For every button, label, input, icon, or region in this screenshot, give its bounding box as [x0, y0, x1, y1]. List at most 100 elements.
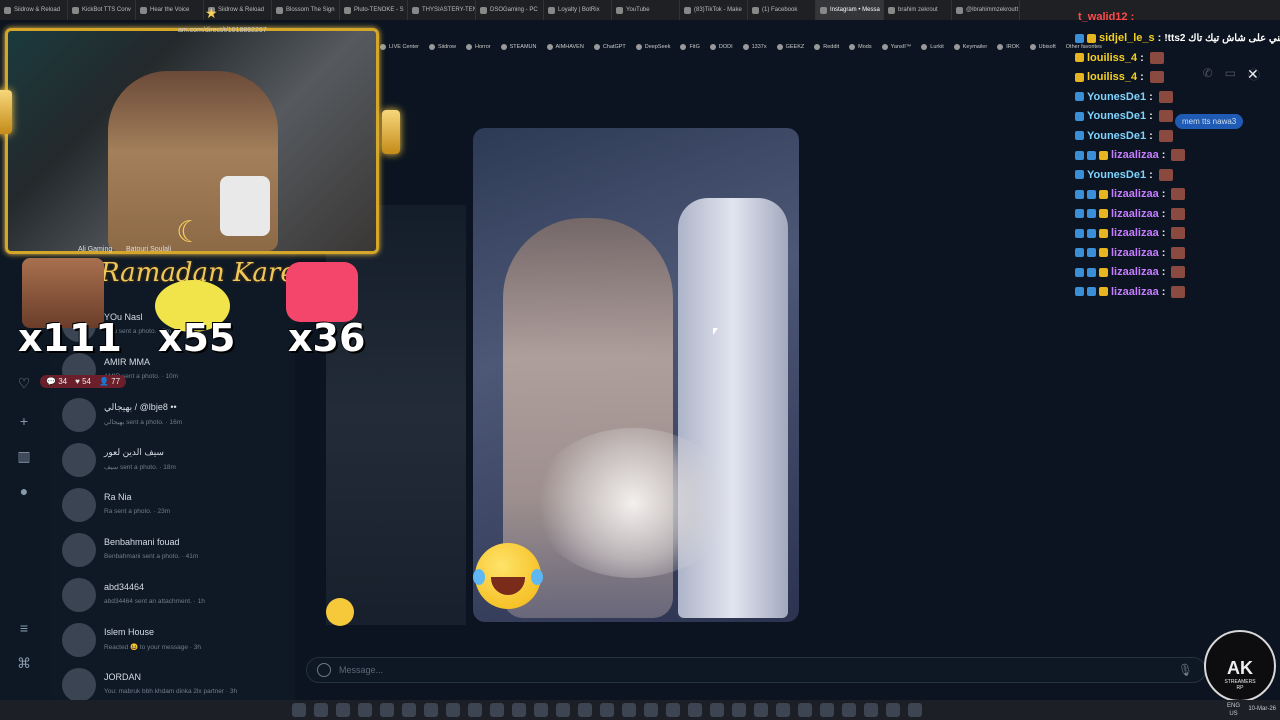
bookmark-item[interactable]: DeepSeek: [635, 44, 670, 50]
browser-tab[interactable]: Loyalty | BotRix: [544, 0, 612, 20]
tiktok-icon[interactable]: [512, 703, 526, 717]
bookmark-item[interactable]: STEAMUN: [500, 44, 537, 50]
bookmark-item[interactable]: Lurkit: [921, 44, 944, 50]
heart-icon[interactable]: ♡: [17, 376, 31, 390]
stream-chat-line: sidjel_le_s:!tts2 علاش تحكيني على شاش تي…: [1075, 30, 1280, 46]
browser-tab[interactable]: Instagram • Messa: [816, 0, 884, 20]
obs-icon[interactable]: [600, 703, 614, 717]
dm-thread[interactable]: abd34464 abd34464 sent an attachment. · 1…: [62, 576, 292, 616]
browser-tab[interactable]: (83)TikTok - Make: [680, 0, 748, 20]
bookmark-item[interactable]: FitG: [680, 44, 700, 50]
clock[interactable]: 10-Mar-26: [1248, 706, 1276, 712]
bookmark-item[interactable]: Ubisoft: [1029, 44, 1056, 50]
app-icon[interactable]: [578, 703, 592, 717]
bookmark-item[interactable]: Siidrow: [428, 44, 456, 50]
bookmark-icon: [881, 44, 888, 50]
photo-glare: [533, 428, 733, 578]
bookmark-item[interactable]: Keymailer: [953, 44, 988, 50]
app-icon[interactable]: [622, 703, 636, 717]
dashboard-icon[interactable]: ▥: [17, 449, 31, 463]
app-icon[interactable]: [534, 703, 548, 717]
tab-label: @ibrahimmzekroutt: [966, 7, 1019, 13]
steam-icon[interactable]: [424, 703, 438, 717]
brave-icon[interactable]: [358, 703, 372, 717]
dm-thread-preview: Benbahmani sent a photo. · 41m: [104, 553, 199, 560]
files-icon[interactable]: [380, 703, 394, 717]
app-icon[interactable]: [556, 703, 570, 717]
app-icon[interactable]: [446, 703, 460, 717]
discord-icon[interactable]: [490, 703, 504, 717]
reaction-emoji-icon[interactable]: [326, 598, 354, 626]
bookmark-item[interactable]: DODI: [709, 44, 733, 50]
bookmark-item[interactable]: Horror: [466, 44, 491, 50]
bookmark-item[interactable]: Reddit: [814, 44, 839, 50]
app-icon[interactable]: [842, 703, 856, 717]
dm-thread[interactable]: Islem House Reacted 😆 to your message · 3…: [62, 621, 292, 661]
browser-tab[interactable]: KickBot TTS Conv: [68, 0, 136, 20]
bookmark-item[interactable]: IROK: [997, 44, 1020, 50]
app-icon[interactable]: [710, 703, 724, 717]
more-icon[interactable]: ⌘: [17, 656, 31, 670]
browser-tab[interactable]: YouTube: [612, 0, 680, 20]
chat-badge-icon: [1087, 287, 1096, 296]
start-icon[interactable]: [292, 703, 306, 717]
app-icon[interactable]: [666, 703, 680, 717]
bookmark-item[interactable]: YansII™: [881, 44, 911, 50]
dm-thread[interactable]: Ra Nia Ra sent a photo. · 23m: [62, 486, 292, 526]
browser-tab[interactable]: Siidrow & Reload: [0, 0, 68, 20]
message-composer[interactable]: Message... 🎙: [306, 657, 1206, 683]
bookmark-icon: [635, 44, 642, 50]
bookmark-item[interactable]: 1337x: [742, 44, 767, 50]
app-icon[interactable]: [776, 703, 790, 717]
app-icon[interactable]: [754, 703, 768, 717]
message-input[interactable]: Message...: [339, 665, 383, 675]
emoji-picker-icon[interactable]: [317, 663, 331, 677]
app-icon[interactable]: [732, 703, 746, 717]
app-icon[interactable]: [864, 703, 878, 717]
microphone-icon[interactable]: 🎙: [1178, 663, 1193, 677]
system-tray[interactable]: ENG US: [1227, 702, 1240, 718]
search-icon[interactable]: [314, 703, 328, 717]
dm-thread[interactable]: سيف الدين لعور سيف sent a photo. · 18m: [62, 441, 292, 481]
chat-badge-icon: [1087, 248, 1096, 257]
dm-thread[interactable]: بهيجالي / @lbje8 •• بهيجالي sent a photo.…: [62, 396, 292, 436]
app-icon[interactable]: [688, 703, 702, 717]
bookmark-icon: [742, 44, 749, 50]
browser-tab[interactable]: Pluto-TENOKE - S: [340, 0, 408, 20]
dm-thread-preview: سيف sent a photo. · 18m: [104, 464, 176, 471]
browser-tab[interactable]: brahim zekrout: [884, 0, 952, 20]
dm-thread[interactable]: Benbahmani fouad Benbahmani sent a photo.…: [62, 531, 292, 571]
browser-tab[interactable]: (1) Facebook: [748, 0, 816, 20]
bookmark-item[interactable]: GEEKZ: [776, 44, 804, 50]
xbox-icon[interactable]: [402, 703, 416, 717]
bookmark-item[interactable]: Mods: [849, 44, 872, 50]
chat-emote-icon: [1171, 149, 1186, 161]
app-icon[interactable]: [468, 703, 482, 717]
profile-avatar-icon[interactable]: ●: [17, 484, 31, 498]
app-icon[interactable]: [798, 703, 812, 717]
app-icon[interactable]: [644, 703, 658, 717]
browser-tab[interactable]: Hear the Voice: [136, 0, 204, 20]
emote-counter-1: x111: [18, 316, 122, 360]
app-icon[interactable]: [886, 703, 900, 717]
bookmark-item[interactable]: ChatGPT: [593, 44, 626, 50]
chat-emote-icon: [1171, 207, 1186, 220]
bookmark-item[interactable]: AIMHAVEN: [546, 44, 584, 50]
stream-chat-overlay: sidjel_le_s:!tts2 علاش تحكيني على شاش تي…: [1075, 10, 1280, 310]
browser-tab[interactable]: @ibrahimmzekroutt: [952, 0, 1020, 20]
bookmark-item[interactable]: LIVE Center: [380, 44, 419, 50]
app-icon[interactable]: [820, 703, 834, 717]
bookmark-icon: [849, 44, 856, 50]
menu-icon[interactable]: ≡: [17, 621, 31, 635]
browser-tab[interactable]: DSOGaming - PC: [476, 0, 544, 20]
browser-tab[interactable]: Blossom The Sign: [272, 0, 340, 20]
edge-icon[interactable]: [336, 703, 350, 717]
create-icon[interactable]: +: [17, 414, 31, 428]
browser-tab[interactable]: THYSIASTERY-TEN: [408, 0, 476, 20]
bookmark-label: LIVE Center: [389, 44, 419, 50]
settings-icon[interactable]: [908, 703, 922, 717]
favicon-icon: [412, 6, 419, 14]
favicon-icon: [956, 6, 963, 14]
bookmark-label: Keymailer: [962, 44, 988, 50]
bookmark-icon: [546, 44, 553, 50]
